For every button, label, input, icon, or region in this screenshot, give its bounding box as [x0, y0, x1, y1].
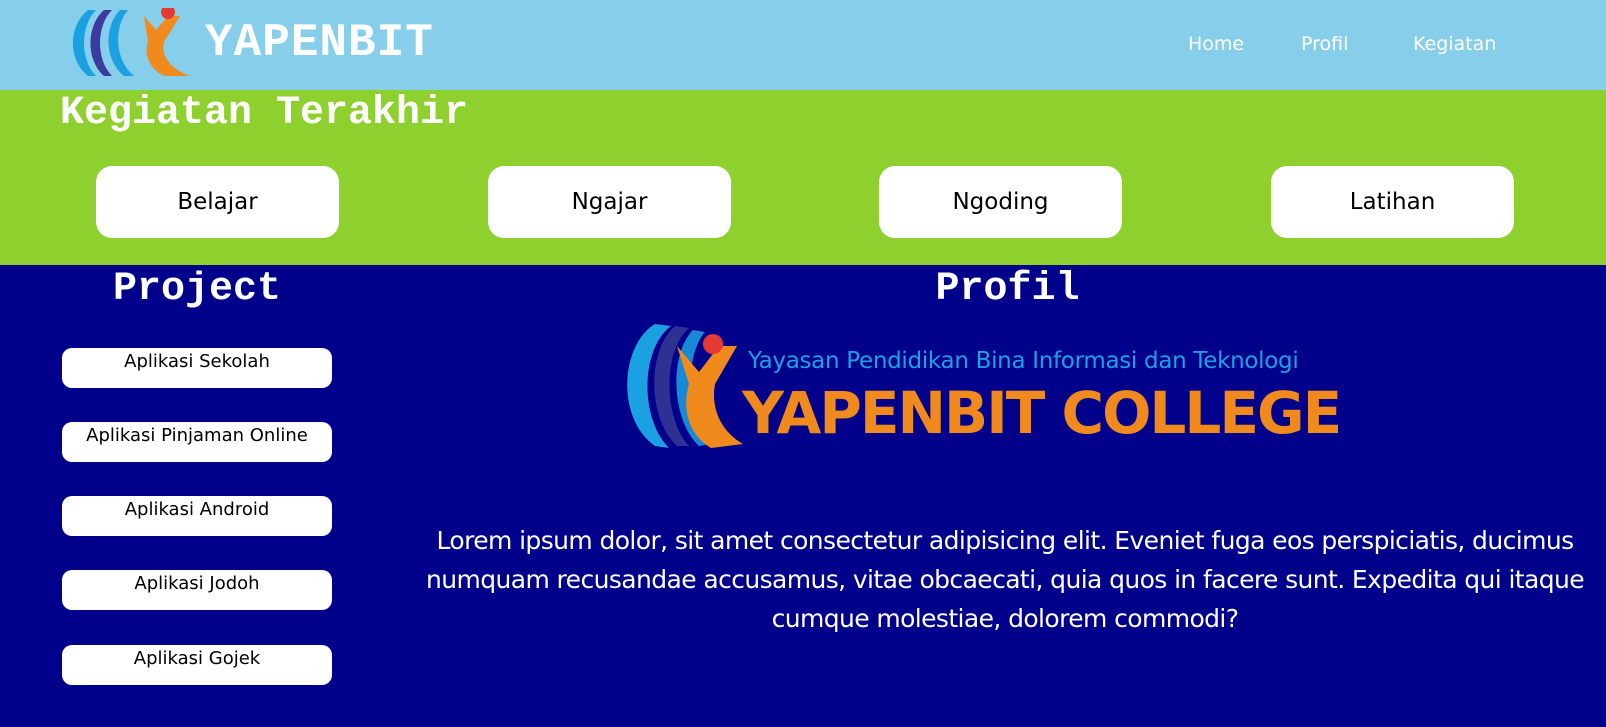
- project-aplikasi-pinjaman-online-button[interactable]: Aplikasi Pinjaman Online: [62, 422, 332, 462]
- activity-ngajar-button[interactable]: Ngajar: [488, 166, 731, 238]
- project-title: Project: [112, 267, 282, 312]
- profil-description: Lorem ipsum dolor, sit amet consectetur …: [425, 526, 1585, 633]
- nav-home[interactable]: Home: [1188, 30, 1244, 58]
- nav-profil[interactable]: Profil: [1301, 30, 1348, 58]
- activity-ngoding-button[interactable]: Ngoding: [879, 166, 1122, 238]
- yapenbit-logo-icon[interactable]: [68, 8, 203, 78]
- activity-latihan-button[interactable]: Latihan: [1271, 166, 1514, 238]
- project-aplikasi-jodoh-button[interactable]: Aplikasi Jodoh: [62, 570, 332, 610]
- profil-title: Profil: [935, 267, 1080, 312]
- project-aplikasi-gojek-button[interactable]: Aplikasi Gojek: [62, 645, 332, 685]
- nav-kegiatan[interactable]: Kegiatan: [1413, 30, 1496, 58]
- project-aplikasi-sekolah-button[interactable]: Aplikasi Sekolah: [62, 348, 332, 388]
- activity-belajar-button[interactable]: Belajar: [96, 166, 339, 238]
- college-logo-name: YAPENBIT COLLEGE: [742, 379, 1342, 447]
- project-aplikasi-android-button[interactable]: Aplikasi Android: [62, 496, 332, 536]
- college-logo-subtitle: Yayasan Pendidikan Bina Informasi dan Te…: [748, 348, 1299, 374]
- brand-name: YAPENBIT: [205, 17, 434, 69]
- kegiatan-title: Kegiatan Terakhir: [60, 91, 469, 136]
